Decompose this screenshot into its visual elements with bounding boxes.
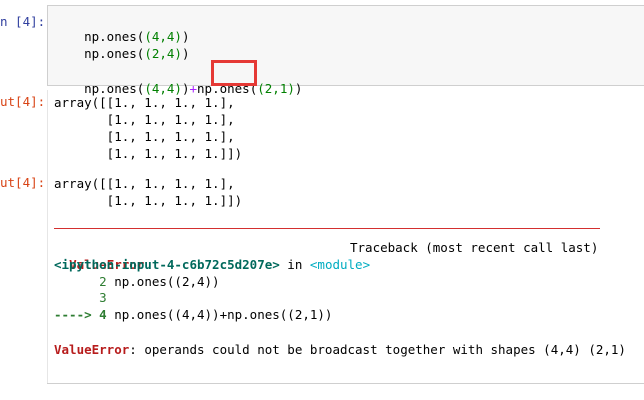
traceback-code: np.ones((4,4))+np.ones((2,1)) — [106, 307, 333, 322]
traceback-source: <ipython-input-4-c6b72c5d207e> — [54, 257, 280, 272]
output-1-line-3: [1., 1., 1., 1.], — [54, 129, 235, 144]
output-1-line-2: [1., 1., 1., 1.], — [54, 112, 235, 127]
traceback-line-3: 3 — [54, 289, 107, 306]
output-1-line-1: array([[1., 1., 1., 1.], — [54, 95, 235, 110]
traceback-line-4: ----> 4 np.ones((4,4))+np.ones((2,1)) — [54, 306, 332, 323]
error-message: : operands could not be broadcast togeth… — [129, 342, 626, 357]
traceback-label: Traceback (most recent call last) — [350, 240, 599, 255]
traceback-module: <module> — [309, 257, 371, 272]
cell-bottom-border — [47, 383, 644, 384]
output-2-line-1: array([[1., 1., 1., 1.], — [54, 176, 235, 191]
traceback-arrow: ----> 4 — [54, 307, 107, 322]
output-2-line-2: [1., 1., 1., 1.]]) — [54, 193, 243, 208]
traceback-line-2: 2 np.ones((2,4)) — [54, 273, 220, 290]
error-final-name: ValueError — [54, 342, 130, 357]
code-input-cell[interactable]: np.ones((4,4)) np.ones((2,4)) np.ones((4… — [47, 5, 644, 96]
code-token-args: (2,4) — [144, 46, 182, 61]
traceback-line-number: 2 — [54, 274, 107, 289]
traceback-line-number: 3 — [54, 290, 107, 305]
traceback-source-line: <ipython-input-4-c6b72c5d207e> in <modul… — [54, 256, 370, 273]
code-token: ) — [181, 46, 190, 61]
traceback-separator — [54, 228, 600, 229]
code-token-args: (2,1) — [257, 81, 295, 96]
traceback-code: np.ones((2,4)) — [106, 274, 220, 289]
red-highlight-box — [211, 60, 257, 86]
output-1-line-4: [1., 1., 1., 1.]]) — [54, 146, 243, 161]
output-prompt-2: ut[4]: — [0, 175, 46, 190]
output-prompt-1: ut[4]: — [0, 94, 46, 109]
traceback-in: in — [279, 257, 310, 272]
error-message-line: ValueError: operands could not be broadc… — [54, 341, 626, 358]
code-token: np.ones( — [84, 46, 145, 61]
input-prompt: n [4]: — [0, 14, 46, 29]
output-area-border — [47, 90, 48, 383]
code-token: ) — [294, 81, 303, 96]
